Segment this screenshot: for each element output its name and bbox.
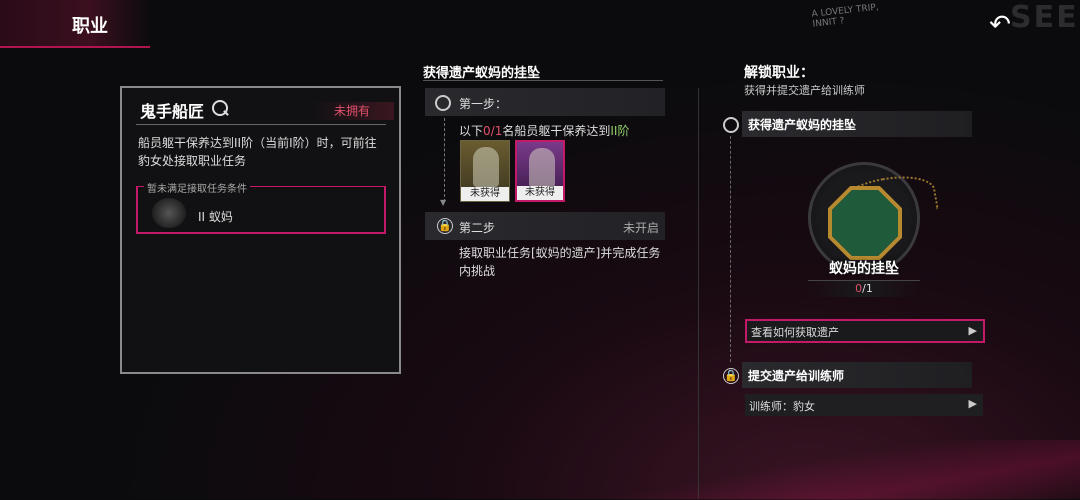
- graffiti-text: A LOVELY TRIP, INNIT ?: [811, 2, 880, 30]
- item-name: 蚁妈的挂坠: [829, 261, 899, 277]
- how-to-obtain-label: 查看如何获取遗产: [751, 326, 839, 339]
- requirement-title: 暂未满足接取任务条件: [144, 180, 250, 195]
- requirement-text: II 蚁妈: [198, 210, 233, 224]
- rstep1-label: 获得遗产蚁妈的挂坠: [748, 118, 857, 132]
- middle-title: 获得遗产蚁妈的挂坠: [423, 66, 541, 81]
- connector-arrow-icon: ▼: [440, 198, 447, 207]
- crew-card-2[interactable]: 未获得: [515, 140, 565, 202]
- step1-bar: 第一步：: [425, 88, 665, 116]
- page-title: 职业: [72, 16, 108, 37]
- step2-bar: 🔒 第二步 未开启: [425, 212, 665, 240]
- status-badge: 未拥有: [310, 102, 394, 120]
- step2-status: 未开启: [622, 221, 659, 235]
- step2-text: 接取职业任务[蚁妈的遗产]并完成任务内挑战: [459, 246, 661, 278]
- back-button[interactable]: ↶: [980, 10, 1020, 40]
- right-connector: [730, 136, 731, 362]
- profession-description: 船员躯干保养达到II阶（当前I阶）时，可前往豹女处接取职业任务: [138, 136, 377, 168]
- step1-label: 第一步：: [459, 97, 508, 111]
- middle-divider: [423, 80, 663, 81]
- step-connector: [444, 118, 445, 202]
- rstep2-label: 提交遗产给训练师: [748, 369, 845, 383]
- how-to-obtain-button[interactable]: 查看如何获取遗产 ▶: [745, 319, 985, 343]
- step1-text: 以下0/1名船员躯干保养达到II阶: [459, 124, 630, 138]
- graffiti-big-text: SEE: [1010, 0, 1079, 35]
- pendant-icon[interactable]: [832, 190, 898, 256]
- trainer-row[interactable]: 训练师：豹女 ▶: [745, 394, 983, 416]
- step2-label: 第二步: [459, 221, 496, 235]
- top-bar: 职业 A LOVELY TRIP, INNIT ? SEE ↶: [0, 0, 1080, 50]
- crew-card-label: 未获得: [517, 186, 563, 200]
- column-divider: [698, 88, 699, 499]
- profession-card: 鬼手船匠 未拥有 船员躯干保养达到II阶（当前I阶）时，可前往豹女处接取职业任务…: [120, 86, 401, 374]
- step1-circle-icon: [435, 95, 451, 111]
- chevron-right-icon: ▶: [968, 397, 977, 410]
- crew-card-1[interactable]: 未获得: [460, 140, 510, 202]
- search-icon[interactable]: [212, 100, 228, 116]
- decorative-stroke: [600, 440, 1080, 500]
- crew-card-label: 未获得: [461, 187, 509, 201]
- rstep1-circle-icon: [723, 117, 739, 133]
- lock-icon: 🔒: [723, 368, 739, 384]
- unlock-title: 解锁职业：: [744, 65, 814, 81]
- chevron-right-icon: ▶: [968, 324, 977, 337]
- profession-name: 鬼手船匠: [140, 102, 205, 121]
- lock-icon: 🔒: [437, 218, 453, 234]
- trainer-label: 训练师：豹女: [749, 400, 815, 413]
- crew-avatar-icon: [152, 198, 186, 228]
- back-arrow-icon: ↶: [989, 10, 1011, 40]
- crew-portrait: [529, 148, 555, 188]
- rstep1-bar: 获得遗产蚁妈的挂坠: [742, 111, 972, 137]
- rstep2-bar: 提交遗产给训练师: [742, 362, 972, 388]
- crew-portrait: [473, 147, 499, 187]
- card-divider: [136, 124, 386, 125]
- item-count: 0/1: [855, 282, 873, 295]
- unlock-subtitle: 获得并提交遗产给训练师: [744, 84, 865, 97]
